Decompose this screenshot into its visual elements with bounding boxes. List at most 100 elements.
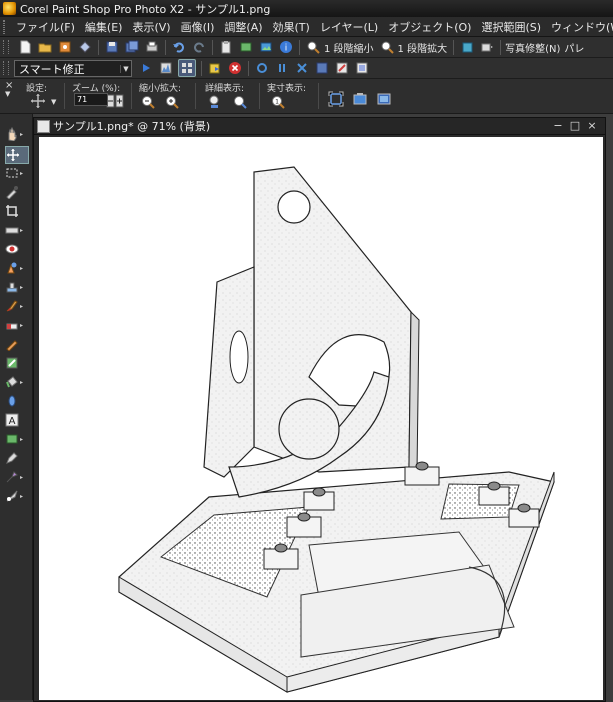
close-button[interactable]: × <box>585 119 599 133</box>
palette-menu[interactable]: パレ <box>564 40 584 55</box>
red-eye-tool[interactable] <box>5 241 27 257</box>
toolbar-grip[interactable] <box>3 40 9 54</box>
detail-view-icon[interactable] <box>207 94 223 110</box>
crop-photo-icon[interactable] <box>238 39 254 55</box>
menu-objects[interactable]: オブジェクト(O) <box>383 19 476 35</box>
art-media-tool[interactable] <box>5 336 27 352</box>
chevron-right-icon[interactable]: ▸ <box>20 170 23 177</box>
open-folder-icon[interactable] <box>37 39 53 55</box>
crop-tool[interactable] <box>5 203 27 219</box>
text-tool[interactable]: A <box>5 412 27 428</box>
color-changer-tool[interactable] <box>5 355 27 371</box>
menu-adjust[interactable]: 調整(A) <box>219 19 267 35</box>
pan-tool[interactable]: ▸ <box>5 126 27 142</box>
fullscreen-icon[interactable] <box>376 91 392 107</box>
zoom-spinner-icon[interactable] <box>106 93 124 109</box>
selection-tool[interactable]: ▸ <box>5 165 27 181</box>
import-icon[interactable] <box>77 39 93 55</box>
menu-grip[interactable] <box>3 19 5 34</box>
shape-tool[interactable]: ▸ <box>5 431 27 447</box>
chevron-down-icon[interactable]: ▼ <box>51 98 56 106</box>
document-title-bar[interactable]: サンプル1.png* @ 71% (背景) − □ × <box>34 118 605 135</box>
minimize-button[interactable]: − <box>551 119 565 133</box>
pick-tool[interactable] <box>5 146 29 164</box>
warp-brush-tool[interactable]: ▸ <box>5 469 27 485</box>
record-icon[interactable] <box>254 60 270 76</box>
chevron-right-icon[interactable]: ▸ <box>20 303 23 310</box>
chevron-down-icon[interactable]: ▼ <box>120 64 131 73</box>
menu-selections[interactable]: 選択範囲(S) <box>476 19 546 35</box>
smart-fix-select[interactable]: スマート修正 ▼ <box>14 60 132 77</box>
zoom-out-icon[interactable] <box>305 39 321 55</box>
svg-text:A: A <box>9 416 16 427</box>
chevron-right-icon[interactable]: ▸ <box>20 493 23 500</box>
photo-fix-menu[interactable]: 写真修整(N) <box>505 40 560 55</box>
chevron-right-icon[interactable]: ▸ <box>20 322 23 329</box>
menu-image[interactable]: 画像(I) <box>176 19 220 35</box>
options-menu-icon[interactable]: ▼ <box>5 90 10 98</box>
view-grid-icon[interactable] <box>178 59 196 77</box>
new-file-icon[interactable] <box>17 39 33 55</box>
detail-zoom-icon[interactable] <box>232 94 248 110</box>
paint-brush-tool[interactable]: ▸ <box>5 298 27 314</box>
step-reduce-label[interactable]: 1 段階縮小 <box>324 40 374 55</box>
menu-layers[interactable]: レイヤー(L) <box>315 19 383 35</box>
fit-window-icon[interactable] <box>328 91 344 107</box>
zoom-percent-input[interactable]: 71 <box>74 93 108 106</box>
app-icon[interactable] <box>3 2 16 15</box>
makeover-tool[interactable]: ▸ <box>5 260 27 276</box>
dodge-tool[interactable]: ▸ <box>5 488 27 504</box>
picture-tube-tool[interactable] <box>5 393 27 409</box>
menu-edit[interactable]: 編集(E) <box>80 19 128 35</box>
histogram-icon[interactable] <box>158 60 174 76</box>
fit-image-icon[interactable] <box>352 91 368 107</box>
actual-size-icon[interactable]: 1 <box>270 94 286 110</box>
chevron-right-icon[interactable]: ▸ <box>20 265 23 272</box>
chevron-right-icon[interactable]: ▸ <box>20 131 23 138</box>
step-enlarge-label[interactable]: 1 段階拡大 <box>398 40 448 55</box>
edit-script-icon[interactable] <box>334 60 350 76</box>
play-icon[interactable] <box>138 60 154 76</box>
svg-text:i: i <box>285 44 288 54</box>
restore-button[interactable]: □ <box>568 119 582 133</box>
redo-icon[interactable] <box>191 39 207 55</box>
script-run-icon[interactable] <box>207 60 223 76</box>
image-mode-icon[interactable] <box>479 39 495 55</box>
pen-tool[interactable] <box>5 450 27 466</box>
menu-view[interactable]: 表示(V) <box>127 19 175 35</box>
fill-tool[interactable]: ▸ <box>5 374 27 390</box>
menu-effects[interactable]: 効果(T) <box>268 19 315 35</box>
paste-icon[interactable] <box>218 39 234 55</box>
chevron-right-icon[interactable]: ▸ <box>20 436 23 443</box>
zoom-in-icon[interactable] <box>379 39 395 55</box>
chevron-right-icon[interactable]: ▸ <box>20 379 23 386</box>
menu-window[interactable]: ウィンドウ(W) <box>546 19 613 35</box>
script-list-icon[interactable] <box>354 60 370 76</box>
preset-icon[interactable] <box>30 93 46 109</box>
svg-text:1: 1 <box>275 99 279 106</box>
chevron-right-icon[interactable]: ▸ <box>20 227 23 234</box>
cancel-icon[interactable] <box>294 60 310 76</box>
zoom-out-icon[interactable] <box>140 94 156 110</box>
print-icon[interactable] <box>144 39 160 55</box>
image-canvas[interactable] <box>39 137 603 700</box>
undo-icon[interactable] <box>171 39 187 55</box>
browse-icon[interactable] <box>57 39 73 55</box>
layers-icon[interactable] <box>459 39 475 55</box>
photo-icon[interactable] <box>258 39 274 55</box>
dropper-tool[interactable] <box>5 184 27 200</box>
straighten-tool[interactable]: ▸ <box>5 222 27 238</box>
eraser-tool[interactable]: ▸ <box>5 317 27 333</box>
save-icon[interactable] <box>104 39 120 55</box>
save-script-icon[interactable] <box>314 60 330 76</box>
zoom-in-icon[interactable] <box>164 94 180 110</box>
clone-tool[interactable]: ▸ <box>5 279 27 295</box>
menu-file[interactable]: ファイル(F) <box>11 19 80 35</box>
chevron-right-icon[interactable]: ▸ <box>20 474 23 481</box>
stop-icon[interactable] <box>227 60 243 76</box>
pause-icon[interactable] <box>274 60 290 76</box>
save-as-icon[interactable] <box>124 39 140 55</box>
help-icon[interactable]: i <box>278 39 294 55</box>
chevron-right-icon[interactable]: ▸ <box>20 284 23 291</box>
toolbar-grip[interactable] <box>3 61 9 75</box>
